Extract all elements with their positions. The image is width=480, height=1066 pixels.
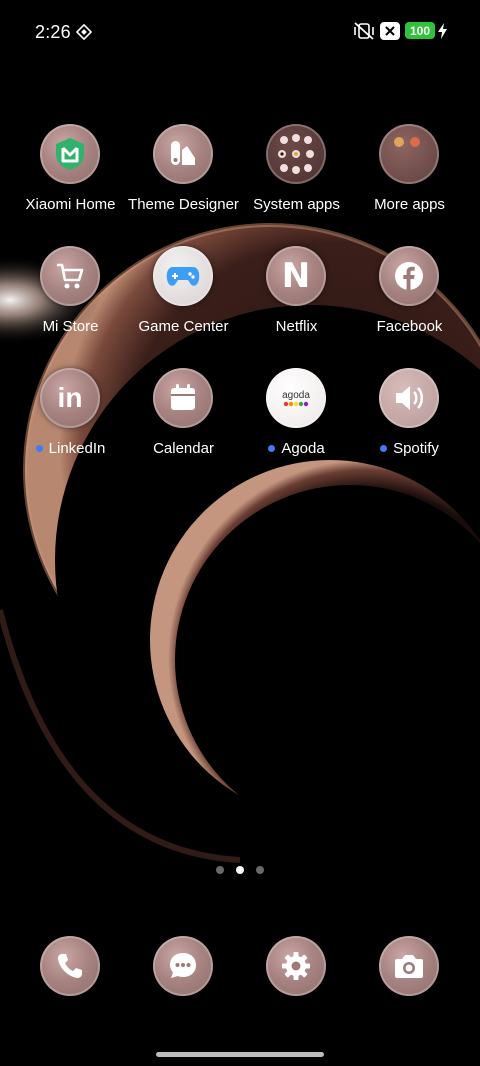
signal-diamond-icon: [76, 24, 92, 40]
mute-vibrate-icon: [354, 22, 374, 40]
battery-level: 100: [409, 23, 431, 38]
status-bar: 2:26 100: [0, 0, 480, 62]
new-app-dot: [35, 445, 43, 452]
dock-phone[interactable]: [40, 936, 100, 996]
phone-icon: [40, 936, 100, 996]
app-label: Spotify: [343, 440, 476, 457]
folder-icon: [266, 124, 326, 184]
facebook-icon: [379, 246, 439, 306]
home-gesture-bar[interactable]: [156, 1052, 324, 1057]
settings-icon: [266, 936, 326, 996]
app-label: Facebook: [376, 318, 443, 335]
netflix-icon: N: [266, 246, 326, 306]
gamepad-icon: [153, 246, 213, 306]
page-indicator[interactable]: [0, 866, 480, 874]
cart-icon: [40, 246, 100, 306]
page-dot-2[interactable]: [236, 866, 244, 874]
dock-messages[interactable]: [153, 936, 213, 996]
camera-icon: [379, 936, 439, 996]
linkedin-glyph: in: [57, 382, 83, 413]
netflix-glyph: N: [281, 256, 311, 296]
theme-designer-icon: [153, 124, 213, 184]
xiaomi-home-icon: [40, 124, 100, 184]
charging-icon: [438, 23, 447, 39]
page-dot-1[interactable]: [216, 866, 224, 874]
new-app-dot: [380, 445, 388, 452]
messages-icon: [153, 936, 213, 996]
agoda-wordmark: agoda: [282, 389, 310, 401]
dock-settings[interactable]: [266, 936, 326, 996]
speaker-icon: [379, 368, 439, 428]
dock-camera[interactable]: [379, 936, 439, 996]
app-label: More apps: [374, 196, 445, 213]
linkedin-icon: in: [40, 368, 100, 428]
agoda-icon: agoda: [266, 368, 326, 428]
close-box-icon: [380, 22, 400, 40]
battery-indicator: 100: [405, 22, 435, 39]
clock: 2:26: [35, 22, 71, 42]
folder-icon: [379, 124, 439, 184]
calendar-icon: [153, 368, 213, 428]
new-app-dot: [268, 445, 276, 452]
page-dot-3[interactable]: [256, 866, 264, 874]
